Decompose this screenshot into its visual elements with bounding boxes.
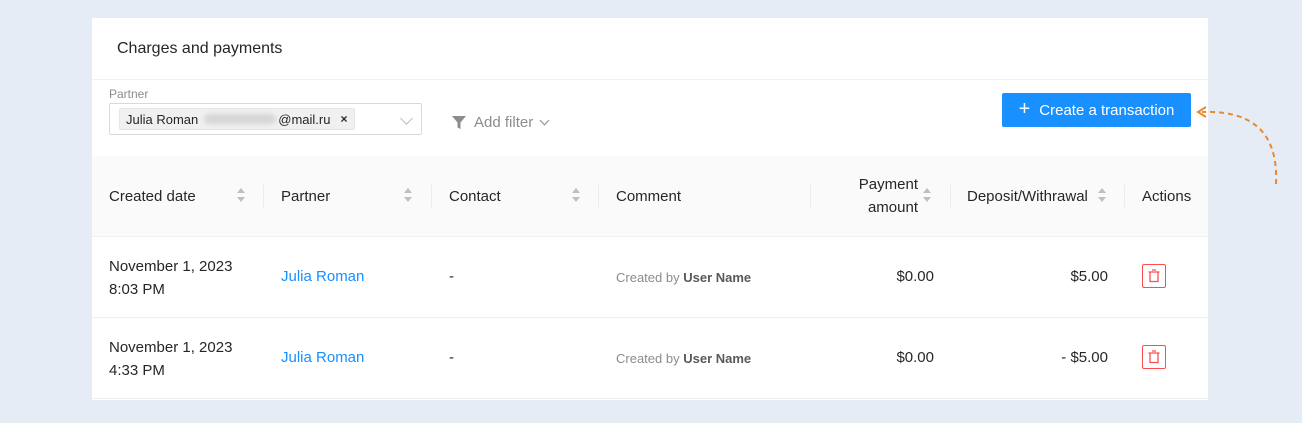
create-transaction-label: Create a transaction xyxy=(1039,101,1175,119)
column-divider xyxy=(598,185,599,207)
comment-cell: Created by User Name xyxy=(616,270,751,285)
column-divider xyxy=(810,185,811,207)
column-comment: Comment xyxy=(616,156,681,236)
partner-select[interactable]: Julia Roman @mail.ru × xyxy=(109,103,422,135)
partner-tag-email-domain: @mail.ru xyxy=(278,111,331,127)
sort-icon[interactable] xyxy=(237,188,245,204)
column-created-date[interactable]: Created date xyxy=(109,156,196,236)
date-text: November 1, 2023 xyxy=(109,339,233,356)
column-divider xyxy=(431,185,432,207)
created-date-cell: November 1, 2023 8:03 PM xyxy=(109,255,232,301)
tag-close-icon[interactable]: × xyxy=(340,112,347,126)
trash-icon xyxy=(1148,350,1160,364)
table-row: November 1, 2023 4:33 PM Julia Roman - C… xyxy=(92,318,1208,399)
filter-icon xyxy=(452,115,466,129)
column-divider xyxy=(263,185,264,207)
table-header: Created date Partner Contact Comment Pay… xyxy=(92,156,1208,237)
trash-icon xyxy=(1148,269,1160,283)
comment-prefix: Created by xyxy=(616,270,680,285)
annotation-arrow-icon xyxy=(1196,106,1278,185)
plus-icon: + xyxy=(1018,98,1031,120)
column-contact[interactable]: Contact xyxy=(449,156,501,236)
time-text: 4:33 PM xyxy=(109,362,165,379)
page-title: Charges and payments xyxy=(117,40,283,57)
sort-icon[interactable] xyxy=(404,188,412,204)
partner-filter-label: Partner xyxy=(109,87,149,101)
column-divider xyxy=(950,185,951,207)
column-label: Created date xyxy=(109,187,196,205)
column-label: Comment xyxy=(616,187,682,205)
comment-user: User Name xyxy=(683,270,752,285)
delete-button[interactable] xyxy=(1142,345,1166,369)
delete-button[interactable] xyxy=(1142,264,1166,288)
column-label-line1: Payment xyxy=(858,176,918,193)
comment-prefix: Created by xyxy=(616,351,680,366)
chevron-down-icon[interactable] xyxy=(400,112,413,125)
column-actions: Actions xyxy=(1142,156,1191,236)
column-partner[interactable]: Partner xyxy=(281,156,330,236)
payment-amount-cell: $0.00 xyxy=(896,349,934,366)
contact-cell: - xyxy=(449,349,454,366)
sort-icon[interactable] xyxy=(923,188,931,204)
partner-link[interactable]: Julia Roman xyxy=(281,349,364,366)
column-label-line2: amount xyxy=(867,199,918,216)
created-date-cell: November 1, 2023 4:33 PM xyxy=(109,336,232,382)
divider xyxy=(92,79,1208,80)
charges-payments-card: Charges and payments Partner Julia Roman… xyxy=(92,18,1208,400)
payment-amount-cell: $0.00 xyxy=(896,268,934,285)
deposit-withdrawal-cell: - $5.00 xyxy=(1061,349,1108,366)
date-text: November 1, 2023 xyxy=(109,258,233,275)
deposit-withdrawal-cell: $5.00 xyxy=(1070,268,1108,285)
add-filter-label: Add filter xyxy=(474,114,534,131)
column-divider xyxy=(1124,185,1125,207)
contact-cell: - xyxy=(449,268,454,285)
column-label: Payment amount xyxy=(859,173,918,219)
column-deposit-withdrawal[interactable]: Deposit/Withrawal xyxy=(967,156,1088,236)
partner-link[interactable]: Julia Roman xyxy=(281,268,364,285)
comment-cell: Created by User Name xyxy=(616,351,751,366)
redacted-email xyxy=(204,114,277,124)
create-transaction-button[interactable]: + Create a transaction xyxy=(1002,93,1191,127)
add-filter-button[interactable]: Add filter xyxy=(452,114,550,131)
time-text: 8:03 PM xyxy=(109,281,165,298)
comment-user: User Name xyxy=(683,351,752,366)
table-row: November 1, 2023 8:03 PM Julia Roman - C… xyxy=(92,237,1208,318)
partner-tag: Julia Roman @mail.ru × xyxy=(119,108,356,130)
column-label: Partner xyxy=(281,187,331,205)
sort-icon[interactable] xyxy=(1098,188,1106,204)
chevron-down-icon xyxy=(539,115,550,126)
sort-icon[interactable] xyxy=(572,188,580,204)
column-label: Contact xyxy=(449,187,501,205)
column-label: Actions xyxy=(1142,187,1192,205)
partner-tag-name: Julia Roman xyxy=(126,111,199,127)
column-payment-amount[interactable]: Payment amount xyxy=(832,156,918,236)
column-label: Deposit/Withrawal xyxy=(967,187,1088,205)
